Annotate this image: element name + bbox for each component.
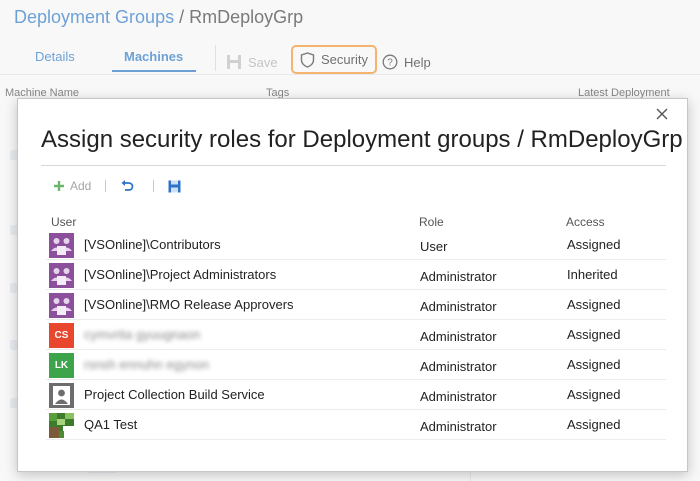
- user-name: [VSOnline]\RMO Release Approvers: [84, 297, 294, 312]
- avatar-initials: LK: [54, 360, 69, 371]
- user-role[interactable]: Administrator: [420, 329, 497, 344]
- security-row[interactable]: [VSOnline]\Contributors User Assigned: [46, 230, 666, 260]
- access-status: Assigned: [567, 357, 621, 372]
- group-avatar-icon: [49, 263, 74, 288]
- access-status: Assigned: [567, 387, 621, 402]
- user-name: [VSOnline]\Contributors: [84, 237, 221, 252]
- group-avatar-icon: [49, 293, 74, 318]
- group-avatar-icon: [49, 233, 74, 258]
- undo-icon: [121, 180, 134, 191]
- column-header-access: Access: [566, 215, 605, 229]
- plus-icon: [54, 181, 64, 191]
- access-status: Inherited: [567, 267, 618, 282]
- security-row[interactable]: [VSOnline]\Project Administrators Adminis…: [46, 260, 666, 290]
- add-button[interactable]: Add: [53, 179, 91, 193]
- access-status: Assigned: [567, 297, 621, 312]
- add-label: Add: [70, 179, 92, 193]
- access-status: Assigned: [567, 327, 621, 342]
- title-divider: [41, 165, 666, 166]
- close-dialog-button[interactable]: [651, 103, 673, 125]
- user-role[interactable]: Administrator: [420, 359, 497, 374]
- user-avatar-image: [49, 413, 74, 438]
- user-name: Project Collection Build Service: [84, 387, 265, 402]
- dialog-title: Assign security roles for Deployment gro…: [41, 126, 683, 153]
- access-status: Assigned: [567, 417, 621, 432]
- dialog-toolbar: Add: [53, 176, 186, 196]
- toolbar-separator: [153, 180, 155, 192]
- security-row[interactable]: LK rsnsh ennuhn egynon Administrator Assign…: [46, 350, 666, 380]
- column-header-role: Role: [419, 215, 444, 229]
- security-dialog: Assign security roles for Deployment gro…: [17, 98, 688, 472]
- security-role-list: [VSOnline]\Contributors User Assigned [VSOn…: [46, 230, 666, 440]
- access-status: Assigned: [567, 237, 621, 252]
- user-name: rsnsh ennuhn egynon: [84, 357, 210, 372]
- user-role[interactable]: User: [420, 239, 447, 254]
- security-row[interactable]: [VSOnline]\RMO Release Approvers Administ…: [46, 290, 666, 320]
- undo-button[interactable]: [120, 179, 139, 193]
- user-role[interactable]: Administrator: [420, 269, 497, 284]
- security-row[interactable]: Project Collection Build Service Administ…: [46, 380, 666, 410]
- user-name: cymvrita gyuugnaon: [84, 327, 201, 342]
- user-role[interactable]: Administrator: [420, 389, 497, 404]
- user-role[interactable]: Administrator: [420, 419, 497, 434]
- avatar-initials: CS: [54, 330, 69, 341]
- user-name: [VSOnline]\Project Administrators: [84, 267, 277, 282]
- column-header-user: User: [51, 215, 77, 229]
- security-row[interactable]: CS cymvrita gyuugnaon Administrator Assigne…: [46, 320, 666, 350]
- user-name: QA1 Test: [84, 417, 138, 432]
- service-account-avatar-icon: [49, 383, 74, 408]
- initials-avatar: LK: [49, 353, 74, 378]
- save-dialog-button[interactable]: [168, 180, 186, 193]
- close-icon: [656, 108, 668, 120]
- security-row[interactable]: QA1 Test Administrator Assigned: [46, 410, 666, 440]
- toolbar-separator: [105, 180, 107, 192]
- initials-avatar: CS: [49, 323, 74, 348]
- user-role[interactable]: Administrator: [420, 299, 497, 314]
- save-icon: [168, 180, 181, 192]
